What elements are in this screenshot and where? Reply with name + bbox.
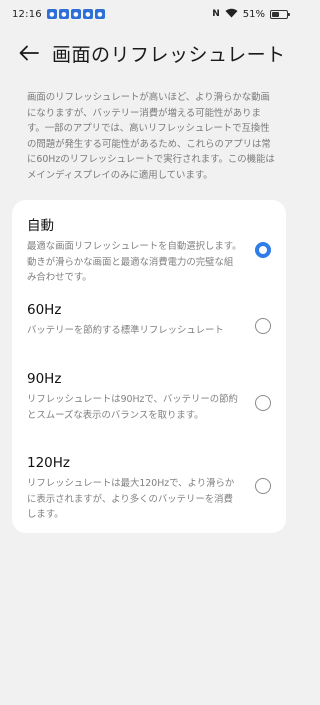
option-text: 自動 最適な画面リフレッシュレートを自動選択します。動きが滑らかな画面と最適な消… bbox=[27, 218, 242, 286]
radio-button-selected[interactable] bbox=[255, 242, 271, 258]
option-60hz[interactable]: 60Hz バッテリーを節約する標準リフレッシュレート bbox=[12, 302, 286, 339]
option-auto[interactable]: 自動 最適な画面リフレッシュレートを自動選択します。動きが滑らかな画面と最適な消… bbox=[12, 218, 286, 286]
app-notification-icon: ● bbox=[94, 9, 105, 19]
option-text: 60Hz バッテリーを節約する標準リフレッシュレート bbox=[27, 302, 242, 339]
app-notification-icon: ● bbox=[70, 9, 81, 19]
header: 画面のリフレッシュレート bbox=[0, 36, 300, 70]
option-text: 120Hz リフレッシュレートは最大120Hzで、より滑らかに表示されますが、よ… bbox=[27, 455, 242, 523]
status-time: 12:16 bbox=[12, 8, 42, 20]
battery-level bbox=[272, 11, 280, 17]
back-button[interactable] bbox=[12, 36, 46, 70]
option-description: リフレッシュレートは最大120Hzで、より滑らかに表示されますが、より多くのバッ… bbox=[27, 478, 235, 520]
radio-button[interactable] bbox=[255, 395, 271, 411]
option-text: 90Hz リフレッシュレートは90Hzで、バッテリーの節約とスムーズな表示のバラ… bbox=[27, 371, 242, 423]
battery-icon bbox=[270, 9, 290, 19]
option-90hz[interactable]: 90Hz リフレッシュレートは90Hzで、バッテリーの節約とスムーズな表示のバラ… bbox=[12, 371, 286, 423]
description-text: 画面のリフレッシュレートが高いほど、より滑らかな動画になりますが、バッテリー消費… bbox=[27, 92, 275, 181]
nfc-icon: N bbox=[212, 9, 220, 19]
notification-icons: ● ● ● ● ● bbox=[46, 9, 105, 19]
status-bar: 12:16 ● ● ● ● ● N 51% bbox=[0, 0, 300, 28]
app-notification-icon: ● bbox=[46, 9, 57, 19]
page-title: 画面のリフレッシュレート bbox=[52, 43, 286, 66]
app-notification-icon: ● bbox=[82, 9, 93, 19]
option-description: リフレッシュレートは90Hzで、バッテリーの節約とスムーズな表示のバランスを取り… bbox=[27, 394, 238, 421]
app-notification-icon: ● bbox=[58, 9, 69, 19]
option-120hz[interactable]: 120Hz リフレッシュレートは最大120Hzで、より滑らかに表示されますが、よ… bbox=[12, 455, 286, 523]
option-title: 120Hz bbox=[27, 455, 71, 471]
radio-button[interactable] bbox=[255, 478, 271, 494]
status-right: N 51% bbox=[212, 8, 290, 21]
wifi-icon bbox=[225, 8, 238, 21]
option-title: 90Hz bbox=[27, 371, 62, 387]
refresh-rate-options-card: 自動 最適な画面リフレッシュレートを自動選択します。動きが滑らかな画面と最適な消… bbox=[12, 200, 286, 533]
radio-button[interactable] bbox=[255, 318, 271, 334]
arrow-left-icon bbox=[19, 45, 39, 61]
option-description: 最適な画面リフレッシュレートを自動選択します。動きが滑らかな画面と最適な消費電力… bbox=[27, 241, 242, 283]
option-title: 60Hz bbox=[27, 302, 62, 318]
option-description: バッテリーを節約する標準リフレッシュレート bbox=[27, 325, 224, 336]
battery-percent: 51% bbox=[242, 8, 265, 20]
option-title: 自動 bbox=[27, 218, 54, 234]
